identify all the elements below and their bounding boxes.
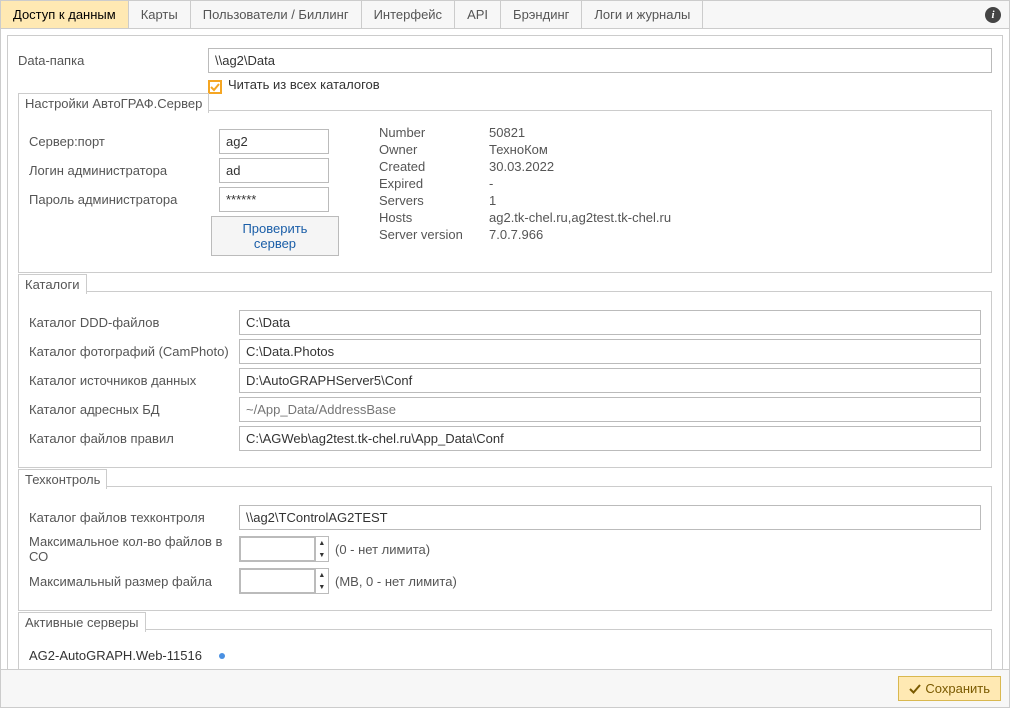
info-owner-value: ТехноКом [489, 142, 671, 157]
spinner-up-icon[interactable]: ▲ [316, 537, 328, 549]
info-sv-value: 7.0.7.966 [489, 227, 671, 242]
admin-pass-label: Пароль администратора [29, 192, 219, 207]
info-hosts-label: Hosts [379, 210, 479, 225]
info-created-value: 30.03.2022 [489, 159, 671, 174]
check-icon [909, 683, 921, 695]
catalogs-legend: Каталоги [18, 274, 87, 294]
max-size-hint: (MB, 0 - нет лимита) [335, 574, 457, 589]
tab-interface[interactable]: Интерфейс [362, 1, 455, 28]
server-port-input[interactable] [219, 129, 329, 154]
tech-dir-input[interactable] [239, 505, 981, 530]
max-files-input[interactable] [240, 537, 315, 561]
active-server-item: AG2-AutoGRAPH.Web-11516 [29, 648, 981, 663]
admin-login-input[interactable] [219, 158, 329, 183]
spinner-up-icon[interactable]: ▲ [316, 569, 328, 581]
rules-input[interactable] [239, 426, 981, 451]
info-hosts-value: ag2.tk-chel.ru,ag2test.tk-chel.ru [489, 210, 671, 225]
max-size-label: Максимальный размер файла [29, 574, 239, 589]
ddd-label: Каталог DDD-файлов [29, 315, 239, 330]
admin-login-label: Логин администратора [29, 163, 219, 178]
status-dot-icon [219, 653, 225, 659]
admin-pass-input[interactable] [219, 187, 329, 212]
ddd-input[interactable] [239, 310, 981, 335]
footer: Сохранить [1, 669, 1009, 707]
photo-label: Каталог фотографий (CamPhoto) [29, 344, 239, 359]
active-servers-fieldset: Активные серверы AG2-AutoGRAPH.Web-11516 [18, 629, 992, 669]
server-settings-legend: Настройки АвтоГРАФ.Сервер [18, 93, 209, 113]
info-expired-value: - [489, 176, 671, 191]
info-icon[interactable]: i [985, 7, 1001, 23]
active-servers-legend: Активные серверы [18, 612, 146, 632]
save-button-label: Сохранить [925, 681, 990, 696]
check-icon [210, 82, 220, 92]
catalogs-fieldset: Каталоги Каталог DDD-файлов Каталог фото… [18, 291, 992, 468]
tab-bar: Доступ к данным Карты Пользователи / Бил… [1, 1, 1009, 29]
data-folder-input[interactable] [208, 48, 992, 73]
addr-label: Каталог адресных БД [29, 402, 239, 417]
max-files-spinner[interactable]: ▲ ▼ [239, 536, 329, 562]
server-port-label: Сервер:порт [29, 134, 219, 149]
server-settings-fieldset: Настройки АвтоГРАФ.Сервер Сервер:порт Ло… [18, 110, 992, 273]
tab-logs[interactable]: Логи и журналы [582, 1, 703, 28]
check-server-button[interactable]: Проверить сервер [211, 216, 339, 256]
info-owner-label: Owner [379, 142, 479, 157]
read-all-label: Читать из всех каталогов [228, 77, 380, 92]
data-folder-label: Data-папка [18, 53, 208, 68]
tab-users-billing[interactable]: Пользователи / Биллинг [191, 1, 362, 28]
tab-api[interactable]: API [455, 1, 501, 28]
server-info-grid: Number 50821 Owner ТехноКом Created 30.0… [379, 125, 671, 242]
info-expired-label: Expired [379, 176, 479, 191]
info-number-label: Number [379, 125, 479, 140]
read-all-checkbox[interactable] [208, 80, 222, 94]
tech-dir-label: Каталог файлов техконтроля [29, 510, 239, 525]
info-created-label: Created [379, 159, 479, 174]
datasrc-label: Каталог источников данных [29, 373, 239, 388]
info-number-value: 50821 [489, 125, 671, 140]
tab-branding[interactable]: Брэндинг [501, 1, 582, 28]
tab-data-access[interactable]: Доступ к данным [1, 1, 129, 28]
tech-fieldset: Техконтроль Каталог файлов техконтроля М… [18, 486, 992, 611]
info-sv-label: Server version [379, 227, 479, 242]
max-size-spinner[interactable]: ▲ ▼ [239, 568, 329, 594]
save-button[interactable]: Сохранить [898, 676, 1001, 701]
tech-legend: Техконтроль [18, 469, 107, 489]
spinner-down-icon[interactable]: ▼ [316, 581, 328, 593]
rules-label: Каталог файлов правил [29, 431, 239, 446]
max-files-hint: (0 - нет лимита) [335, 542, 430, 557]
max-size-input[interactable] [240, 569, 315, 593]
tab-maps[interactable]: Карты [129, 1, 191, 28]
addr-input[interactable] [239, 397, 981, 422]
active-server-name: AG2-AutoGRAPH.Web-11516 [29, 648, 219, 663]
photo-input[interactable] [239, 339, 981, 364]
info-servers-label: Servers [379, 193, 479, 208]
max-files-label: Максимальное кол-во файлов в СО [29, 534, 239, 564]
spinner-down-icon[interactable]: ▼ [316, 549, 328, 561]
datasrc-input[interactable] [239, 368, 981, 393]
info-servers-value: 1 [489, 193, 671, 208]
